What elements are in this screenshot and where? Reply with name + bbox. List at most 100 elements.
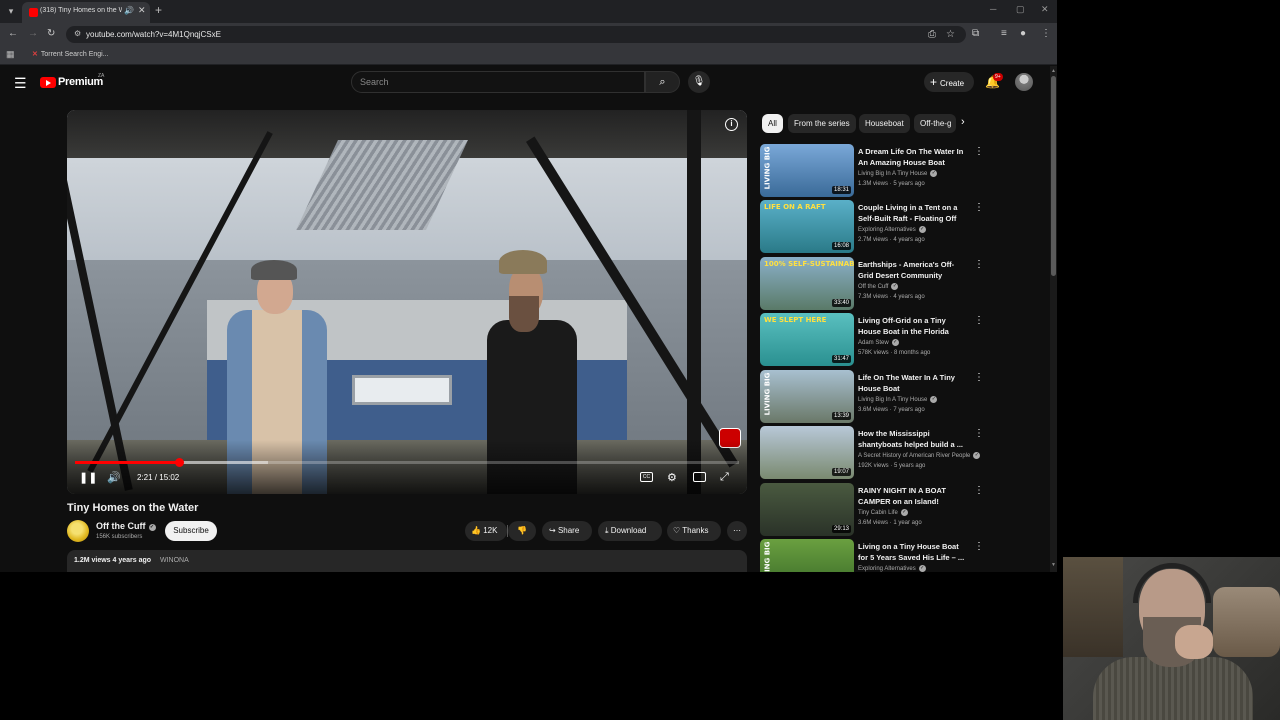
more-vertical-icon[interactable]: ⋮ [974,202,984,213]
more-actions-button[interactable]: ⋯ [727,521,747,541]
video-player[interactable]: i ❚❚ 🔊 2:21 / 15:02 CC ⚙ ⤢ [67,110,747,494]
extensions-icon[interactable]: ⧉ [972,28,979,39]
more-vertical-icon[interactable]: ⋮ [974,372,984,383]
recommendation-item[interactable]: 100% SELF-SUSTAINABLE? 33:40 Earthships - … [760,257,990,311]
pause-icon[interactable]: ❚❚ [79,471,97,484]
forward-icon[interactable]: → [28,28,38,39]
voice-search-button[interactable]: 🎙 [688,71,710,93]
tab-search-icon[interactable]: ▾ [4,4,18,18]
recommendation-title[interactable]: How the Mississippi shantyboats helped b… [858,428,968,450]
recommendation-channel[interactable]: Tiny Cabin Life ✓ [858,509,988,516]
recommendation-item[interactable]: 19:07 How the Mississippi shantyboats hel… [760,426,990,480]
bookmark-star-icon[interactable]: ☆ [946,29,955,40]
search-button[interactable]: ⌕ [645,71,680,93]
like-button[interactable]: 👍 12K [465,521,507,541]
site-info-icon[interactable]: ⚙ [74,29,81,38]
scrollbar-thumb[interactable] [1051,76,1056,276]
browser-window: ▾ (318) Tiny Homes on the W... 🔊 ✕ + ─ ▢… [0,0,1057,572]
search-input[interactable]: Search [351,71,645,93]
recommendation-thumbnail[interactable]: 29:13 [760,483,854,536]
location-tag[interactable]: WINONA [160,557,189,564]
plus-icon[interactable]: + [155,3,162,17]
channel-name[interactable]: Off the Cuff ✓ [96,521,156,531]
miniplayer-icon[interactable] [693,472,706,482]
recommendation-title[interactable]: Life On The Water In A Tiny House Boat [858,372,968,394]
recommendation-thumbnail[interactable]: LIFE ON A RAFT 16:08 [760,200,854,253]
recommendation-channel[interactable]: Living Big In A Tiny House ✓ [858,170,988,177]
recommendation-thumbnail[interactable]: WE SLEPT HERE 31:47 [760,313,854,366]
settings-gear-icon[interactable]: ⚙ [667,471,677,484]
subscribe-button[interactable]: Subscribe [165,521,217,541]
more-vertical-icon[interactable]: ⋮ [974,541,984,552]
subtitles-icon[interactable]: CC [640,472,653,482]
back-icon[interactable]: ← [8,28,18,39]
maximize-icon[interactable]: ▢ [1016,4,1025,15]
recommendation-channel[interactable]: Exploring Alternatives ✓ [858,565,988,572]
description-box[interactable]: 1.2M views 4 years ago WINONA [67,550,747,572]
window-close-icon[interactable]: ✕ [1041,4,1049,15]
recommendation-item[interactable]: LIVING BIG Living on a Tiny House Boat fo… [760,539,990,572]
apps-grid-icon[interactable]: ▦ [6,49,15,60]
recommendation-channel[interactable]: Living Big In A Tiny House ✓ [858,396,988,403]
recommendation-thumbnail[interactable]: LIVING BIG [760,539,854,572]
speaker-icon[interactable]: 🔊 [124,6,134,15]
info-icon[interactable]: i [725,118,738,131]
chip-off-the-grid[interactable]: Off-the-g [914,114,956,133]
menu-icon[interactable]: ⋮ [1041,28,1051,39]
chip-houseboat[interactable]: Houseboat [859,114,910,133]
install-app-icon[interactable]: ⎙ [928,29,936,40]
recommendation-thumbnail[interactable]: LIVING BIG 13:39 [760,370,854,423]
profile-icon[interactable]: ● [1020,28,1026,39]
omnibox[interactable]: ⚙ youtube.com/watch?v=4M1QnqjCSxE ⎙ ☆ [66,26,966,43]
more-vertical-icon[interactable]: ⋮ [974,428,984,439]
recommendation-item[interactable]: LIFE ON A RAFT 16:08 Couple Living in a Te… [760,200,990,254]
recommendation-channel[interactable]: A Secret History of American River Peopl… [858,452,988,459]
fullscreen-icon[interactable]: ⤢ [720,471,729,484]
chevron-right-icon[interactable]: › [961,116,965,128]
browser-tab[interactable]: (318) Tiny Homes on the W... 🔊 ✕ [22,2,150,23]
verified-check-icon: ✓ [918,226,926,233]
more-vertical-icon[interactable]: ⋮ [974,485,984,496]
channel-avatar[interactable] [67,520,89,542]
recommendation-channel[interactable]: Exploring Alternatives ✓ [858,226,988,233]
download-button[interactable]: ⤓ Download [598,521,662,541]
thanks-button[interactable]: ♡ Thanks [667,521,721,541]
recommendation-title[interactable]: Couple Living in a Tent on a Self-Built … [858,202,968,224]
reload-icon[interactable]: ↻ [47,28,55,39]
recommendation-title[interactable]: RAINY NIGHT IN A BOAT CAMPER on an Islan… [858,485,968,507]
scroll-down-arrow-icon[interactable]: ▼ [1051,562,1056,568]
recommendation-thumbnail[interactable]: 100% SELF-SUSTAINABLE? 33:40 [760,257,854,310]
recommendation-item[interactable]: LIVING BIG 18:31 A Dream Life On The Water… [760,144,990,198]
recommendation-thumbnail[interactable]: LIVING BIG 18:31 [760,144,854,197]
account-avatar[interactable] [1015,73,1033,91]
recommendation-title[interactable]: Earthships - America's Off-Grid Desert C… [858,259,968,281]
hamburger-menu-icon[interactable]: ☰ [14,75,27,92]
recommendation-item[interactable]: LIVING BIG 13:39 Life On The Water In A Ti… [760,370,990,424]
more-vertical-icon[interactable]: ⋮ [974,146,984,157]
dislike-button[interactable]: 👎 [508,521,536,541]
recommendation-item[interactable]: WE SLEPT HERE 31:47 Living Off-Grid on a T… [760,313,990,367]
more-vertical-icon[interactable]: ⋮ [974,315,984,326]
chip-all[interactable]: All [762,114,783,133]
volume-icon[interactable]: 🔊 [107,471,121,484]
recommendation-thumbnail[interactable]: 19:07 [760,426,854,479]
progress-scrubber-handle[interactable] [174,458,184,467]
recommendation-title[interactable]: Living on a Tiny House Boat for 5 Years … [858,541,968,563]
more-vertical-icon[interactable]: ⋮ [974,259,984,270]
close-icon[interactable]: ✕ [138,5,146,16]
create-button[interactable]: + Create [924,72,974,92]
thumbs-up-icon: 👍 [471,526,481,535]
progress-bar[interactable] [75,458,739,467]
bookmark-torrent-search[interactable]: ✕ Torrent Search Engi... [32,50,109,58]
recommendation-item[interactable]: 29:13 RAINY NIGHT IN A BOAT CAMPER on an … [760,483,990,537]
recommendation-channel[interactable]: Off the Cuff ✓ [858,283,988,290]
minimize-icon[interactable]: ─ [990,4,996,14]
recommendation-title[interactable]: A Dream Life On The Water In An Amazing … [858,146,968,168]
page-scrollbar[interactable]: ▲ ▼ [1050,66,1057,572]
scroll-up-arrow-icon[interactable]: ▲ [1051,68,1056,74]
recommendation-title[interactable]: Living Off-Grid on a Tiny House Boat in … [858,315,968,337]
chip-from-the-series[interactable]: From the series [788,114,856,133]
recommendation-channel[interactable]: Adam Stew ✓ [858,339,988,346]
share-button[interactable]: ↪ Share [542,521,592,541]
media-control-icon[interactable]: ≡ [1001,28,1007,39]
